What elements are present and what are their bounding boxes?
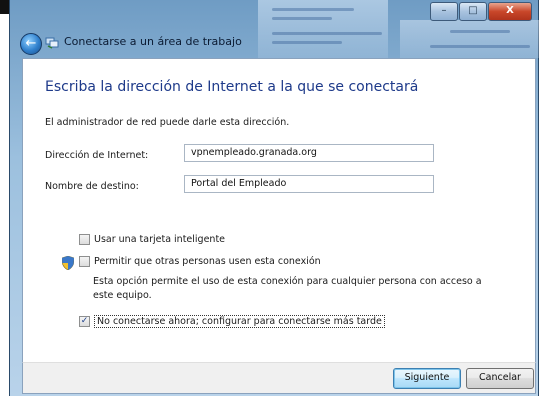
- internet-address-label: Dirección de Internet:: [45, 150, 149, 161]
- smart-card-checkbox[interactable]: [79, 234, 90, 245]
- minimize-button[interactable]: –: [430, 2, 458, 21]
- next-button[interactable]: Siguiente: [393, 368, 461, 389]
- connect-later-option[interactable]: ✓ No conectarse ahora; configurar para c…: [79, 315, 385, 328]
- wizard-content: Escriba la dirección de Internet a la qu…: [22, 58, 536, 364]
- blur-text: [272, 17, 332, 20]
- caption-buttons: – □ X: [429, 2, 532, 21]
- wizard-footer: Siguiente Cancelar: [22, 362, 536, 394]
- maximize-button[interactable]: □: [459, 2, 487, 21]
- allow-others-option[interactable]: Permitir que otras personas usen esta co…: [79, 256, 321, 267]
- destination-name-input[interactable]: [184, 175, 434, 193]
- allow-others-checkbox[interactable]: [79, 256, 90, 267]
- page-heading: Escriba la dirección de Internet a la qu…: [45, 79, 419, 95]
- window-frame: – □ X ← Conectarse a un área de trabajo …: [9, 0, 539, 396]
- title-bar: ← Conectarse a un área de trabajo: [14, 30, 534, 58]
- allow-others-description: Esta opción permite el uso de esta conex…: [93, 276, 482, 301]
- internet-address-input[interactable]: [184, 144, 434, 162]
- smart-card-label: Usar una tarjeta inteligente: [94, 234, 226, 245]
- back-arrow-icon[interactable]: ←: [20, 33, 42, 55]
- window-title: Conectarse a un área de trabajo: [64, 35, 242, 48]
- smart-card-option[interactable]: Usar una tarjeta inteligente: [79, 234, 225, 245]
- network-icon: [45, 37, 59, 49]
- destination-name-label: Nombre de destino:: [45, 181, 139, 192]
- connect-later-checkbox[interactable]: ✓: [79, 316, 90, 327]
- close-button[interactable]: X: [488, 2, 532, 21]
- connect-later-label: No conectarse ahora; configurar para con…: [94, 315, 385, 328]
- blur-text: [272, 8, 354, 11]
- uac-shield-icon: [62, 256, 74, 270]
- info-text: El administrador de red puede darle esta…: [45, 117, 290, 128]
- cancel-button[interactable]: Cancelar: [466, 368, 534, 389]
- allow-others-label: Permitir que otras personas usen esta co…: [94, 256, 321, 267]
